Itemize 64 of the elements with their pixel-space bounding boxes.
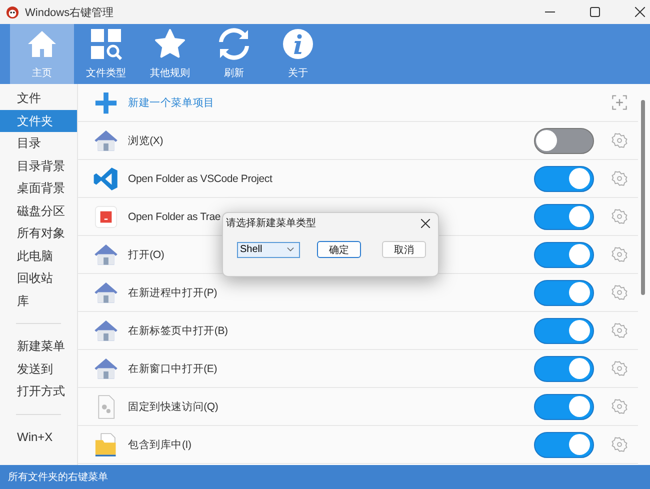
- house-icon: [93, 318, 119, 344]
- code-editor-icon: [93, 166, 119, 192]
- app-icon: [6, 6, 19, 18]
- dialog-button[interactable]: 取消: [382, 241, 426, 258]
- home-icon: [26, 28, 58, 60]
- toggle-switch[interactable]: [534, 394, 594, 420]
- menu-item-label: 打开(O): [128, 248, 164, 262]
- house-icon: [93, 242, 119, 268]
- menu-item-label: Open Folder as Trae: [128, 210, 220, 222]
- toggle-switch[interactable]: [534, 128, 594, 154]
- toggle-switch[interactable]: [534, 432, 594, 458]
- app-square-icon: [93, 204, 119, 230]
- close-icon[interactable]: [635, 7, 645, 17]
- toggle-switch[interactable]: [534, 280, 594, 306]
- sidebar-item[interactable]: 回收站: [0, 267, 77, 290]
- toolbar-button[interactable]: 其他规则: [138, 24, 202, 84]
- house-icon: [93, 128, 119, 154]
- sidebar-item[interactable]: 此电脑: [0, 244, 77, 267]
- dialog-title: 请选择新建菜单类型: [226, 216, 316, 230]
- add-box-icon[interactable]: [611, 94, 628, 111]
- menu-item-label: 在新进程中打开(P): [128, 286, 217, 300]
- sidebar-item[interactable]: 库: [0, 290, 77, 312]
- house-icon: [93, 356, 119, 382]
- grid-search-icon: [90, 28, 122, 60]
- folder-icon: [93, 432, 119, 458]
- toggle-switch[interactable]: [534, 204, 594, 230]
- menu-item-label: 浏览(X): [128, 134, 163, 148]
- toolbar-button[interactable]: 文件类型: [74, 24, 138, 84]
- sidebar-item[interactable]: 文件: [0, 87, 77, 110]
- refresh-icon: [218, 28, 250, 60]
- menu-item-label: 固定到快速访问(Q): [128, 400, 218, 414]
- sidebar-item[interactable]: 磁盘分区: [0, 200, 77, 222]
- toggle-switch[interactable]: [534, 318, 594, 344]
- close-icon[interactable]: [421, 218, 430, 228]
- maximize-icon[interactable]: [590, 7, 600, 17]
- status-bar: 所有文件夹的右键菜单: [0, 465, 650, 489]
- toggle-switch[interactable]: [534, 166, 594, 192]
- toggle-switch[interactable]: [534, 242, 594, 268]
- plus-icon: [93, 90, 119, 116]
- sidebar-item[interactable]: 新建菜单: [0, 335, 77, 358]
- sidebar-item[interactable]: 文件夹: [0, 110, 77, 132]
- sidebar-item[interactable]: 目录: [0, 132, 77, 154]
- new-item-link[interactable]: 新建一个菜单项目: [128, 96, 214, 110]
- dialog-button[interactable]: 确定: [317, 241, 361, 258]
- info-icon: [282, 28, 314, 60]
- star-icon: [154, 28, 186, 60]
- caret-icon: [287, 247, 294, 252]
- menu-item-label: 包含到库中(I): [128, 438, 192, 452]
- toggle-switch[interactable]: [534, 356, 594, 382]
- scrollbar-thumb[interactable]: [641, 100, 645, 295]
- toolbar-button[interactable]: 刷新: [202, 24, 266, 84]
- sidebar-item[interactable]: 目录背景: [0, 154, 77, 177]
- sidebar-item[interactable]: 打开方式: [0, 380, 77, 402]
- toolbar-button[interactable]: 关于: [266, 24, 330, 84]
- sidebar-item[interactable]: 桌面背景: [0, 177, 77, 200]
- sidebar-item[interactable]: 发送到: [0, 358, 77, 380]
- window-title: Windows右键管理: [25, 6, 114, 20]
- menu-item-label: 在新窗口中打开(E): [128, 362, 217, 376]
- menu-item-label: Open Folder as VSCode Project: [128, 172, 272, 184]
- house-icon: [93, 280, 119, 306]
- menu-item-label: 在新标签页中打开(B): [128, 324, 228, 338]
- sidebar-item[interactable]: Win+X: [0, 426, 77, 448]
- sidebar-item[interactable]: 所有对象: [0, 222, 77, 244]
- type-dropdown[interactable]: Shell: [237, 242, 300, 258]
